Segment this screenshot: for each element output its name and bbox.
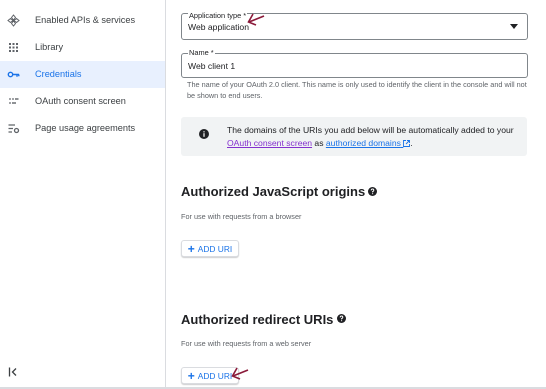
application-type-value: Web application — [188, 22, 249, 32]
sidebar-item-label: Library — [35, 42, 64, 52]
name-hint: The name of your OAuth 2.0 client. This … — [187, 80, 527, 100]
add-uri-label: ADD URI — [197, 370, 233, 381]
consent-dots-icon — [9, 98, 19, 104]
js-origins-subtitle: For use with requests from a browser — [181, 212, 302, 221]
oauth-consent-screen-link[interactable]: OAuth consent screen — [227, 138, 312, 148]
library-grid-icon — [9, 43, 18, 52]
application-type-label: Application type * — [188, 11, 248, 20]
authorized-domains-link-text: authorized domains — [325, 138, 401, 148]
dropdown-arrow-icon — [510, 24, 518, 29]
sidebar: Enabled APIs & services Library Credenti… — [0, 0, 166, 389]
banner-text-part: as — [312, 138, 326, 148]
redirect-uris-title: Authorized redirect URIs — [181, 312, 334, 327]
annotation-arrow-icon — [247, 13, 265, 26]
sidebar-item-page-usage[interactable]: Page usage agreements — [0, 115, 165, 142]
add-uri-label: ADD URI — [197, 243, 233, 254]
sidebar-item-label: OAuth consent screen — [35, 96, 126, 106]
authorized-domains-link[interactable]: authorized domains — [325, 138, 411, 148]
redirect-uris-subtitle: For use with requests from a web server — [181, 339, 312, 348]
sidebar-item-oauth-consent[interactable]: OAuth consent screen — [0, 88, 165, 115]
api-diamond-icon — [7, 14, 20, 27]
sidebar-item-library[interactable]: Library — [0, 34, 165, 61]
name-label: Name * — [188, 48, 215, 57]
application-type-select[interactable]: Application type * Web application — [181, 11, 528, 40]
annotation-arrow-icon — [231, 367, 249, 380]
plus-icon: + — [187, 241, 195, 256]
sidebar-item-label: Credentials — [35, 69, 82, 79]
settings-list-icon — [8, 124, 20, 134]
add-js-origin-button[interactable]: + ADD URI — [181, 240, 239, 257]
banner-text-part: . — [410, 138, 413, 148]
sidebar-item-label: Enabled APIs & services — [35, 15, 136, 25]
js-origins-title: Authorized JavaScript origins — [181, 184, 366, 199]
sidebar-item-credentials[interactable]: Credentials — [0, 61, 165, 88]
banner-text-part: The domains of the URIs you add below wi… — [227, 125, 514, 135]
main-content: Application type * Web application Name … — [166, 0, 546, 389]
info-banner: The domains of the URIs you add below wi… — [181, 117, 527, 156]
help-icon[interactable] — [368, 187, 377, 196]
name-value: Web client 1 — [188, 61, 236, 71]
key-icon — [7, 71, 20, 78]
sidebar-item-label: Page usage agreements — [35, 123, 136, 133]
sidebar-item-enabled-apis[interactable]: Enabled APIs & services — [0, 7, 165, 34]
plus-icon: + — [187, 368, 195, 383]
banner-text: The domains of the URIs you add below wi… — [227, 124, 517, 150]
name-field[interactable]: Name * Web client 1 — [181, 48, 528, 78]
help-icon[interactable] — [337, 314, 346, 323]
info-icon — [199, 129, 209, 139]
collapse-left-icon[interactable] — [8, 366, 18, 378]
